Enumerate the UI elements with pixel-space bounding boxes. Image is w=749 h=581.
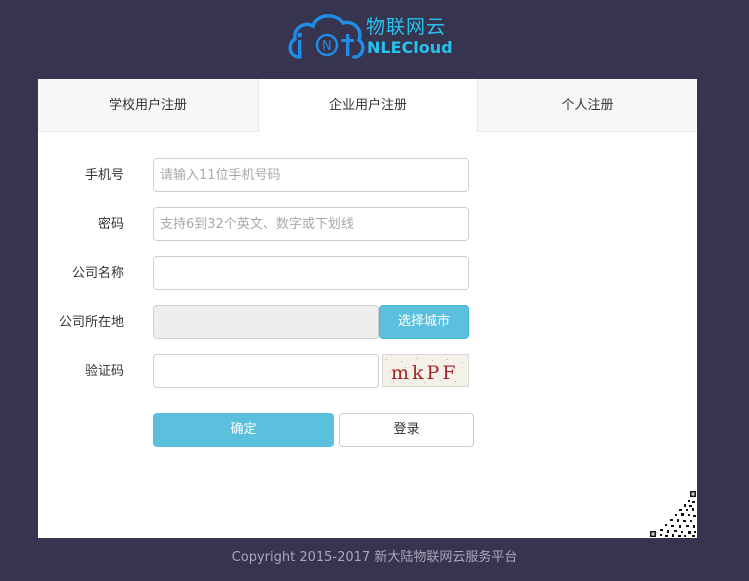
captcha-input[interactable] xyxy=(153,354,379,388)
select-city-button[interactable]: 选择城市 xyxy=(379,305,469,339)
svg-text:N: N xyxy=(322,39,332,54)
password-input[interactable] xyxy=(153,207,469,241)
company-location-input xyxy=(153,305,379,339)
company-name-label: 公司名称 xyxy=(71,266,124,281)
captcha-noise: mkPF xyxy=(386,358,463,384)
registration-panel: 学校用户注册 企业用户注册 个人注册 手机号 密码 公司名称 公司所在地 选择城… xyxy=(38,79,697,538)
company-name-input[interactable] xyxy=(153,256,469,290)
registration-tabs: 学校用户注册 企业用户注册 个人注册 xyxy=(38,79,697,132)
captcha-label: 验证码 xyxy=(84,364,124,379)
qr-code-icon[interactable] xyxy=(648,489,697,538)
confirm-button[interactable]: 确定 xyxy=(153,413,334,447)
company-location-label: 公司所在地 xyxy=(58,315,124,330)
tab-personal-register[interactable]: 个人注册 xyxy=(478,79,697,132)
brand-name-en: NLECloud xyxy=(367,38,453,57)
phone-input[interactable] xyxy=(153,158,469,192)
tab-enterprise-register[interactable]: 企业用户注册 xyxy=(258,79,478,132)
login-button[interactable]: 登录 xyxy=(339,413,474,447)
brand-name-cn: 物联网云 xyxy=(366,16,447,38)
tab-school-register[interactable]: 学校用户注册 xyxy=(38,79,258,132)
captcha-text: mkPF xyxy=(391,362,459,384)
phone-label: 手机号 xyxy=(84,168,124,183)
password-label: 密码 xyxy=(97,217,124,232)
footer-copyright: Copyright 2015-2017 新大陆物联网云服务平台 xyxy=(231,550,518,565)
captcha-image[interactable]: mkPF xyxy=(382,354,469,387)
